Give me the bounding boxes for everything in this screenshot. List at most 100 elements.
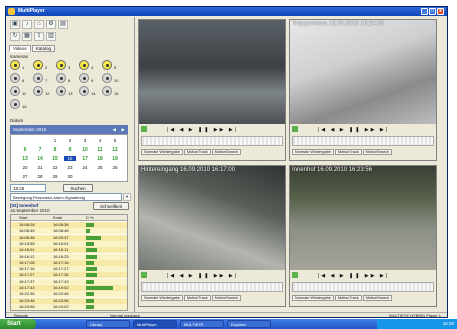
camera-button[interactable]: 11 [10,86,26,96]
calendar-day[interactable]: 15 [49,156,61,162]
table-row[interactable]: 16:23:48 16:23:56 [11,297,127,304]
calendar-day[interactable]: 21 [34,165,46,170]
table-row[interactable]: 16:22:36 16:22:46 [11,291,127,298]
calendar-day[interactable]: 3 [79,138,91,143]
mode-tab[interactable]: MotionTrack [334,295,362,301]
calendar-day[interactable]: 13 [19,156,31,162]
camera-button[interactable]: 3 [56,60,70,70]
camera-button[interactable]: 9 [79,73,93,83]
camera-button[interactable]: 7 [33,73,47,83]
video-pane[interactable]: |◀ ◀ ▶ ❚❚ ▶▶ ▶| Normale Wiedergabe MotionT… [138,19,286,161]
calendar-day[interactable]: 12 [109,147,121,153]
calendar-day[interactable]: 5 [109,138,121,143]
camera-button[interactable]: 10 [102,73,118,83]
table-row[interactable]: 16:17:08 16:17:16 [11,259,127,266]
mode-tab[interactable]: MotionSearch [362,295,393,301]
export-icon[interactable]: ⇪ [34,32,44,41]
mode-tab[interactable]: MotionTrack [183,295,211,301]
next-month-icon[interactable]: ▶ [122,125,125,134]
table-row[interactable]: 16:08:48 16:09:37 [11,234,127,241]
mode-tab[interactable]: MotionTrack [183,149,211,155]
event-filter-select[interactable]: Bewegung,Personenz,Alarm,Signalereig [10,193,122,201]
jump-button[interactable]: Schnellbeit [93,202,129,210]
transport-buttons[interactable]: |◀ ◀ ▶ ❚❚ ▶▶ ▶| [318,127,389,133]
table-row[interactable]: 16:08:28 16:08:36 [11,222,127,228]
transport-buttons[interactable]: |◀ ◀ ▶ ❚❚ ▶▶ ▶| [318,273,389,279]
camera-button[interactable]: 13 [56,86,72,96]
video-frame[interactable] [139,20,285,124]
start-button[interactable]: Start [0,319,36,329]
prev-month-icon[interactable]: ◀ [113,125,116,134]
camera-button[interactable]: 2 [33,60,47,70]
table-row[interactable]: 16:08:45 16:08:48 [11,228,127,235]
camera-button[interactable]: 12 [33,86,49,96]
calendar-day[interactable]: 20 [19,165,31,170]
calendar-day[interactable]: 14 [34,156,46,162]
calendar-day[interactable]: 27 [19,174,31,179]
camera-button[interactable]: 4 [79,60,93,70]
table-row[interactable]: 16:16:01 16:16:11 [11,247,127,254]
calendar-day[interactable]: 7 [34,147,46,153]
table-row[interactable]: 16:17:43 16:19:02 [11,285,127,291]
mode-tab[interactable]: Normale Wiedergabe [141,295,183,301]
calendar-day[interactable]: 16 [64,156,76,161]
calendar-day[interactable]: 18 [94,156,106,162]
task-multiplayer[interactable]: MultiPlayer [133,320,177,328]
calendar-day[interactable]: 28 [34,174,46,179]
task-multieye[interactable]: MULTIEYE [180,320,224,328]
calendar-day[interactable]: 22 [49,165,61,170]
mode-tab[interactable]: MotionTrack [334,149,362,155]
camera-button[interactable]: 15 [102,86,118,96]
table-row[interactable]: 16:17:27 16:17:36 [11,272,127,279]
open-icon[interactable]: ▣ [10,20,20,29]
calendar-day[interactable]: 9 [64,147,76,153]
mode-tab[interactable]: Normale Wiedergabe [292,295,334,301]
transport-buttons[interactable]: |◀ ◀ ▶ ❚❚ ▶▶ ▶| [167,127,238,133]
calendar-day[interactable]: 11 [94,147,106,153]
camera-button[interactable]: 16 [10,99,26,109]
transport-buttons[interactable]: |◀ ◀ ▶ ❚❚ ▶▶ ▶| [167,273,238,279]
calendar-day[interactable]: 24 [79,165,91,170]
tab-videos[interactable]: Videos [9,45,31,52]
table-row[interactable]: 16:17:16 16:17:27 [11,266,127,273]
grid-icon[interactable]: ▥ [46,32,56,41]
timeline-slider[interactable] [292,282,434,292]
calendar-day[interactable]: 17 [79,156,91,162]
calendar-day[interactable]: 19 [109,156,121,162]
table-row[interactable]: 16:15:55 16:16:01 [11,240,127,247]
mode-tab[interactable]: Normale Wiedergabe [141,149,183,155]
motion-icon[interactable] [292,272,298,278]
minimize-button[interactable]: _ [421,8,428,15]
chevron-down-icon[interactable]: ▼ [123,193,131,201]
rotate-icon[interactable]: ↻ [10,32,20,41]
task-library[interactable]: Library [86,320,130,328]
calendar-day[interactable]: 2 [64,138,76,143]
table-row[interactable]: 16:23:56 16:24:02 [11,303,127,310]
camera-button[interactable]: 6 [10,73,24,83]
video-pane[interactable]: Treppenhaus 16.09.2010 16:24:03 |◀ ◀ ▶ ❚❚… [289,19,437,161]
mode-tab[interactable]: Normale Wiedergabe [292,149,334,155]
calendar-day[interactable]: 4 [94,138,106,143]
camera-button[interactable]: 5 [102,60,116,70]
task-explorer[interactable]: Explorer [227,320,271,328]
video-frame[interactable]: Innenhof 16.09.2010 16:23:56 [290,166,436,270]
video-frame[interactable]: Hintereingang 16.09.2010 16:17:00 [139,166,285,270]
timeline-slider[interactable] [292,136,434,146]
multiview-icon[interactable]: ▦ [22,32,32,41]
table-row[interactable]: 16:17:37 16:17:43 [11,278,127,285]
settings-icon[interactable]: ⚙ [46,20,56,29]
calendar-day[interactable]: 10 [79,147,91,153]
sound-icon[interactable]: ♪ [22,20,32,29]
timeline-slider[interactable] [141,282,283,292]
save-icon[interactable]: ▤ [58,20,68,29]
time-input[interactable]: 18:25 [10,184,46,192]
mode-tab[interactable]: MotionSearch [211,295,242,301]
timeline-slider[interactable] [141,136,283,146]
close-button[interactable]: x [437,8,444,15]
motion-icon[interactable] [292,126,298,132]
calendar-day[interactable]: 30 [64,174,76,179]
tab-katalog[interactable]: Katalog [31,45,55,52]
calendar-day[interactable]: 6 [19,147,31,153]
calendar-day[interactable]: 1 [49,138,61,143]
calendar-day[interactable]: 29 [49,174,61,179]
